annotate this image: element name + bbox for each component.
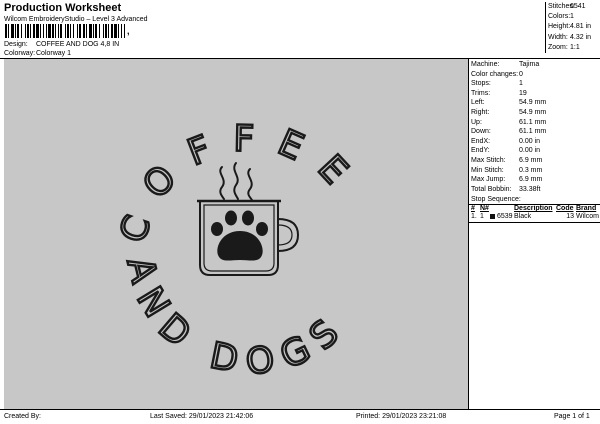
stat-label: Zoom:: [548, 43, 568, 51]
machine-info-value: 54.9 mm: [519, 99, 547, 107]
stat-label: Height:: [548, 23, 571, 31]
machine-info-value: 54.9 mm: [519, 108, 547, 116]
col-header-code: Code: [556, 205, 574, 213]
machine-info-value: 6.9 mm: [519, 156, 543, 164]
machine-info-row: Machine: Tajima: [469, 60, 600, 70]
row-code: 13: [566, 213, 574, 221]
machine-info-label: Trims:: [471, 89, 491, 97]
machine-info-value: 33.38ft: [519, 185, 541, 193]
machine-info-row: EndX: 0.00 in: [469, 137, 600, 147]
machine-info-value: 19: [519, 89, 527, 97]
machine-info-row: Stops: 1: [469, 79, 600, 89]
row-stitches-cell: 6539: [490, 213, 514, 221]
machine-info-row: Total Bobbin: 33.38ft: [469, 185, 600, 195]
machine-info-row: EndY: 0.00 in: [469, 146, 600, 156]
steam-icon: [219, 162, 253, 201]
row-num: 1.: [471, 213, 477, 221]
machine-info-label: Right:: [471, 108, 490, 116]
col-header-stitches: [490, 205, 514, 213]
arc-text-top: COFFEE: [112, 119, 369, 248]
machine-info-label: Up:: [471, 118, 482, 126]
machine-info-label: EndX:: [471, 137, 491, 145]
machine-info-label: Max Jump:: [471, 176, 506, 184]
last-saved: Last Saved: 29/01/2023 21:42:06: [150, 413, 254, 420]
machine-info-label: Color changes:: [471, 70, 519, 78]
machine-info-panel: Machine: Tajima Color changes: 0 Stops: 1 Trim…: [468, 59, 600, 409]
stat-stitches: Stitches: 6541: [546, 2, 600, 12]
machine-info-label: Stops:: [471, 80, 491, 88]
stat-value: 6541: [570, 3, 586, 10]
stats-panel: Stitches: 6541 Colors: 1 Height: 4.81 in Wi…: [545, 2, 600, 53]
col-header-n: N#: [480, 205, 489, 213]
table-row: 1. 1 6539 Black 13 Wilcom: [471, 213, 600, 221]
machine-info-value: 1: [519, 80, 523, 88]
machine-info-label: EndY:: [471, 147, 490, 155]
row-stitches: 6539: [496, 213, 513, 221]
machine-info-value: 61.1 mm: [519, 128, 547, 136]
row-brand: Wilcom: [576, 213, 599, 221]
footer-divider: [0, 409, 600, 410]
machine-info-label: Total Bobbin:: [471, 185, 512, 193]
machine-info-row: Min Stitch: 0.3 mm: [469, 166, 600, 176]
col-header-description: Description: [514, 205, 553, 213]
paw-print-icon: [211, 210, 268, 261]
design-preview: COFFEE AND DOGS: [4, 59, 468, 409]
machine-info-label: Max Stitch:: [471, 156, 506, 164]
stat-value: 4.32 in: [570, 33, 592, 41]
machine-info-value: 0: [519, 70, 523, 78]
table-header-row: # N# Description Code Brand: [471, 205, 600, 213]
machine-info-label: Left:: [471, 99, 485, 107]
machine-info-value: Tajima: [519, 61, 540, 68]
stat-width: Width: 4.32 in: [546, 33, 600, 43]
stat-value: 1: [570, 13, 574, 21]
col-header-num: #: [471, 205, 475, 213]
worksheet-title: Production Worksheet: [4, 2, 122, 14]
machine-info-row: Max Jump: 6.9 mm: [469, 175, 600, 185]
colorway-value: Colorway 1: [36, 50, 72, 57]
stat-label: Colors:: [548, 13, 571, 21]
stat-label: Stitches:: [548, 3, 575, 10]
thread-color-swatch: [490, 213, 495, 219]
created-by: Created By:: [4, 413, 41, 420]
machine-info-label: Down:: [471, 128, 491, 136]
machine-info-row: Color changes: 0: [469, 70, 600, 80]
machine-info-value: 0.00 in: [519, 137, 541, 145]
colorway-label: Colorway:: [4, 50, 36, 57]
barcode: [5, 24, 125, 38]
machine-info-label: Machine:: [471, 61, 500, 68]
stat-value: 1:1: [570, 43, 580, 51]
row-n: 1: [480, 213, 484, 221]
barcode-mark: ,: [127, 26, 130, 36]
machine-info-row: Up: 61.1 mm: [469, 118, 600, 128]
machine-info-value: 0.3 mm: [519, 166, 543, 174]
page-number: Page 1 of 1: [554, 413, 590, 420]
embroidery-design: COFFEE AND DOGS: [111, 117, 369, 384]
row-description: Black: [514, 213, 532, 221]
machine-info-value: 61.1 mm: [519, 118, 547, 126]
stat-value: 4.81 in: [570, 23, 592, 31]
sequence-divider: [469, 222, 600, 224]
machine-info-value: 6.9 mm: [519, 176, 543, 184]
stat-colors: Colors: 1: [546, 12, 600, 22]
stop-sequence-table: # N# Description Code Brand 1. 1 6539 Bl…: [471, 205, 600, 221]
design-value: COFFEE AND DOG 4,8 IN: [36, 41, 120, 48]
arc-text-bottom: AND DOGS: [118, 253, 355, 383]
stat-height: Height: 4.81 in: [546, 22, 600, 32]
stop-sequence-title: Stop Sequence:: [471, 196, 521, 204]
machine-info-row: Down: 61.1 mm: [469, 127, 600, 137]
stat-zoom: Zoom: 1:1: [546, 43, 600, 53]
machine-info-row: Left: 54.9 mm: [469, 98, 600, 108]
design-label: Design:: [4, 41, 28, 48]
machine-info-row: Trims: 19: [469, 89, 600, 99]
machine-info-row: Right: 54.9 mm: [469, 108, 600, 118]
printed-date: Printed: 29/01/2023 23:21:08: [356, 413, 447, 420]
col-header-brand: Brand: [576, 205, 597, 213]
software-name: Wilcom EmbroideryStudio – Level 3 Advanc…: [4, 16, 148, 23]
stat-label: Width:: [548, 33, 568, 41]
machine-info-value: 0.00 in: [519, 147, 541, 155]
machine-info-label: Min Stitch:: [471, 166, 504, 174]
machine-info-row: Max Stitch: 6.9 mm: [469, 156, 600, 166]
